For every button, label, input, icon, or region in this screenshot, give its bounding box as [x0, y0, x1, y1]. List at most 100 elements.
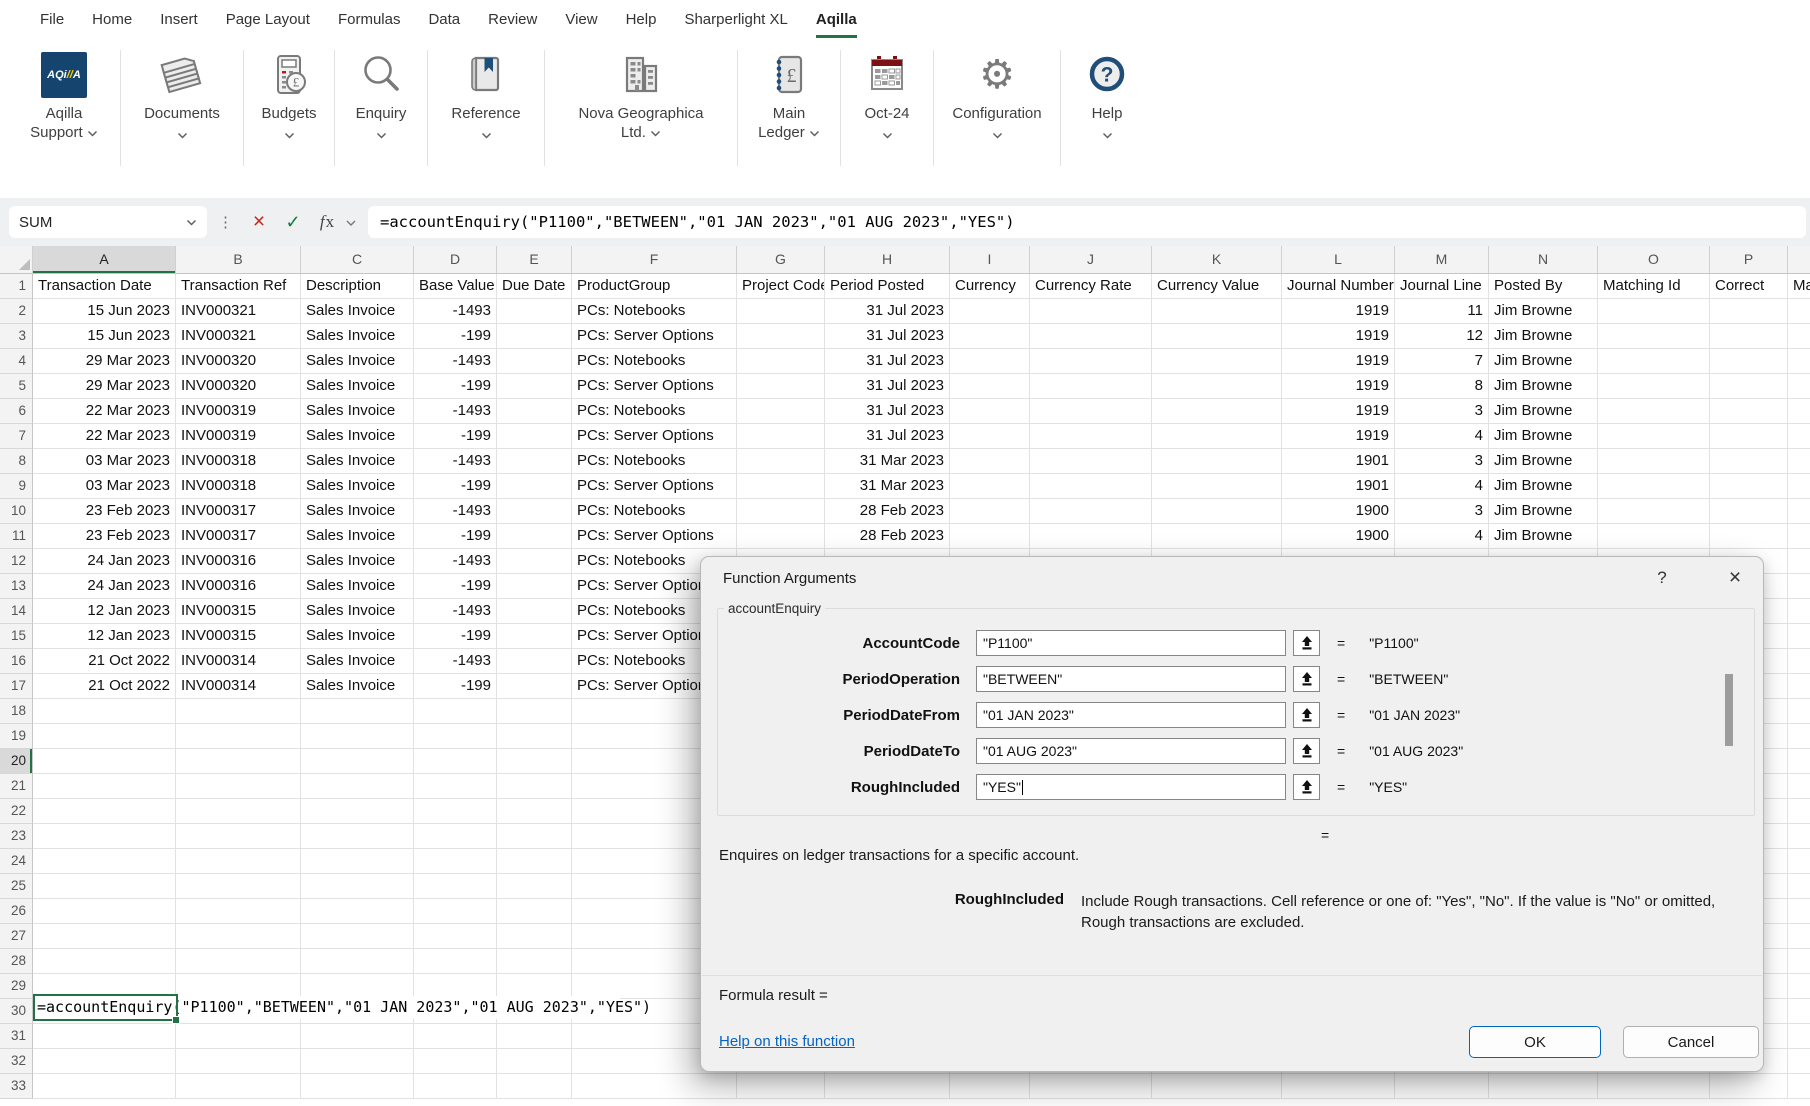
cell-B22[interactable]	[176, 799, 301, 824]
cell-B8[interactable]: INV000318	[176, 449, 301, 474]
cell-C4[interactable]: Sales Invoice	[301, 349, 414, 374]
cell-F5[interactable]: PCs: Server Options	[572, 374, 737, 399]
cell-B9[interactable]: INV000318	[176, 474, 301, 499]
row-header-28[interactable]: 28	[0, 949, 33, 974]
cell-Q26[interactable]	[1788, 899, 1810, 924]
cell-P5[interactable]	[1710, 374, 1788, 399]
cell-H3[interactable]: 31 Jul 2023	[825, 324, 950, 349]
cell-L33[interactable]	[1282, 1074, 1395, 1099]
dialog-close-icon[interactable]: ×	[1721, 564, 1749, 592]
cell-P10[interactable]	[1710, 499, 1788, 524]
cell-N9[interactable]: Jim Browne	[1489, 474, 1598, 499]
cell-C1[interactable]: Description	[301, 274, 414, 299]
row-header-15[interactable]: 15	[0, 624, 33, 649]
cell-D32[interactable]	[414, 1049, 497, 1074]
cell-K2[interactable]	[1152, 299, 1282, 324]
cell-D22[interactable]	[414, 799, 497, 824]
cell-O2[interactable]	[1598, 299, 1710, 324]
menu-item-sharperlight-xl[interactable]: Sharperlight XL	[684, 0, 787, 38]
ribbon-button-documents[interactable]: Documents	[123, 44, 241, 134]
cell-B2[interactable]: INV000321	[176, 299, 301, 324]
menu-item-page-layout[interactable]: Page Layout	[226, 0, 310, 38]
cell-Q15[interactable]	[1788, 624, 1810, 649]
cell-E19[interactable]	[497, 724, 572, 749]
cell-Q21[interactable]	[1788, 774, 1810, 799]
cell-G33[interactable]	[737, 1074, 825, 1099]
cell-L2[interactable]: 1919	[1282, 299, 1395, 324]
col-header-O[interactable]: O	[1598, 246, 1710, 274]
cell-A23[interactable]	[33, 824, 176, 849]
cell-L4[interactable]: 1919	[1282, 349, 1395, 374]
cell-G11[interactable]	[737, 524, 825, 549]
cell-M11[interactable]: 4	[1395, 524, 1489, 549]
cell-M4[interactable]: 7	[1395, 349, 1489, 374]
cell-E27[interactable]	[497, 924, 572, 949]
col-header-G[interactable]: G	[737, 246, 825, 274]
cell-E5[interactable]	[497, 374, 572, 399]
cell-C12[interactable]: Sales Invoice	[301, 549, 414, 574]
field-input-perioddateto[interactable]: "01 AUG 2023"	[976, 738, 1286, 764]
cell-A22[interactable]	[33, 799, 176, 824]
cell-C20[interactable]	[301, 749, 414, 774]
cell-A28[interactable]	[33, 949, 176, 974]
cell-K3[interactable]	[1152, 324, 1282, 349]
cell-C31[interactable]	[301, 1024, 414, 1049]
cell-A32[interactable]	[33, 1049, 176, 1074]
cell-G5[interactable]	[737, 374, 825, 399]
cell-P33[interactable]	[1710, 1074, 1788, 1099]
cell-I7[interactable]	[950, 424, 1030, 449]
row-header-33[interactable]: 33	[0, 1074, 33, 1099]
ribbon-button-main-ledger[interactable]: £MainLedger	[740, 44, 838, 142]
cancel-entry-button[interactable]: ×	[242, 206, 276, 238]
cell-P6[interactable]	[1710, 399, 1788, 424]
row-header-17[interactable]: 17	[0, 674, 33, 699]
cell-N2[interactable]: Jim Browne	[1489, 299, 1598, 324]
cell-B33[interactable]	[176, 1074, 301, 1099]
dialog-help-icon[interactable]: ?	[1649, 565, 1675, 591]
row-header-19[interactable]: 19	[0, 724, 33, 749]
cell-F9[interactable]: PCs: Server Options	[572, 474, 737, 499]
cell-Q22[interactable]	[1788, 799, 1810, 824]
menu-item-data[interactable]: Data	[428, 0, 460, 38]
cell-F2[interactable]: PCs: Notebooks	[572, 299, 737, 324]
cell-Q29[interactable]	[1788, 974, 1810, 999]
cell-E18[interactable]	[497, 699, 572, 724]
cell-E32[interactable]	[497, 1049, 572, 1074]
ribbon-button-company[interactable]: Nova GeographicaLtd.	[547, 44, 735, 142]
cell-C19[interactable]	[301, 724, 414, 749]
cell-M1[interactable]: Journal Line	[1395, 274, 1489, 299]
row-header-30[interactable]: 30	[0, 999, 33, 1024]
row-header-13[interactable]: 13	[0, 574, 33, 599]
cell-F3[interactable]: PCs: Server Options	[572, 324, 737, 349]
cell-E14[interactable]	[497, 599, 572, 624]
cancel-button[interactable]: Cancel	[1623, 1026, 1759, 1058]
col-header-D[interactable]: D	[414, 246, 497, 274]
cell-H7[interactable]: 31 Jul 2023	[825, 424, 950, 449]
cell-L7[interactable]: 1919	[1282, 424, 1395, 449]
cell-J4[interactable]	[1030, 349, 1152, 374]
cell-Q13[interactable]	[1788, 574, 1810, 599]
cell-B5[interactable]: INV000320	[176, 374, 301, 399]
cell-O33[interactable]	[1598, 1074, 1710, 1099]
cell-J33[interactable]	[1030, 1074, 1152, 1099]
col-header-P[interactable]: P	[1710, 246, 1788, 274]
cell-D16[interactable]: -1493	[414, 649, 497, 674]
cell-N8[interactable]: Jim Browne	[1489, 449, 1598, 474]
cell-C11[interactable]: Sales Invoice	[301, 524, 414, 549]
cell-M10[interactable]: 3	[1395, 499, 1489, 524]
row-header-18[interactable]: 18	[0, 699, 33, 724]
cell-A21[interactable]	[33, 774, 176, 799]
cell-B1[interactable]: Transaction Ref	[176, 274, 301, 299]
cell-A11[interactable]: 23 Feb 2023	[33, 524, 176, 549]
cell-Q9[interactable]	[1788, 474, 1810, 499]
cell-D33[interactable]	[414, 1074, 497, 1099]
name-box[interactable]: SUM	[9, 206, 207, 238]
cell-D17[interactable]: -199	[414, 674, 497, 699]
cell-A5[interactable]: 29 Mar 2023	[33, 374, 176, 399]
ribbon-button-period[interactable]: Oct-24	[843, 44, 931, 134]
cell-E4[interactable]	[497, 349, 572, 374]
cell-E1[interactable]: Due Date	[497, 274, 572, 299]
cell-J2[interactable]	[1030, 299, 1152, 324]
cell-B31[interactable]	[176, 1024, 301, 1049]
cell-F7[interactable]: PCs: Server Options	[572, 424, 737, 449]
